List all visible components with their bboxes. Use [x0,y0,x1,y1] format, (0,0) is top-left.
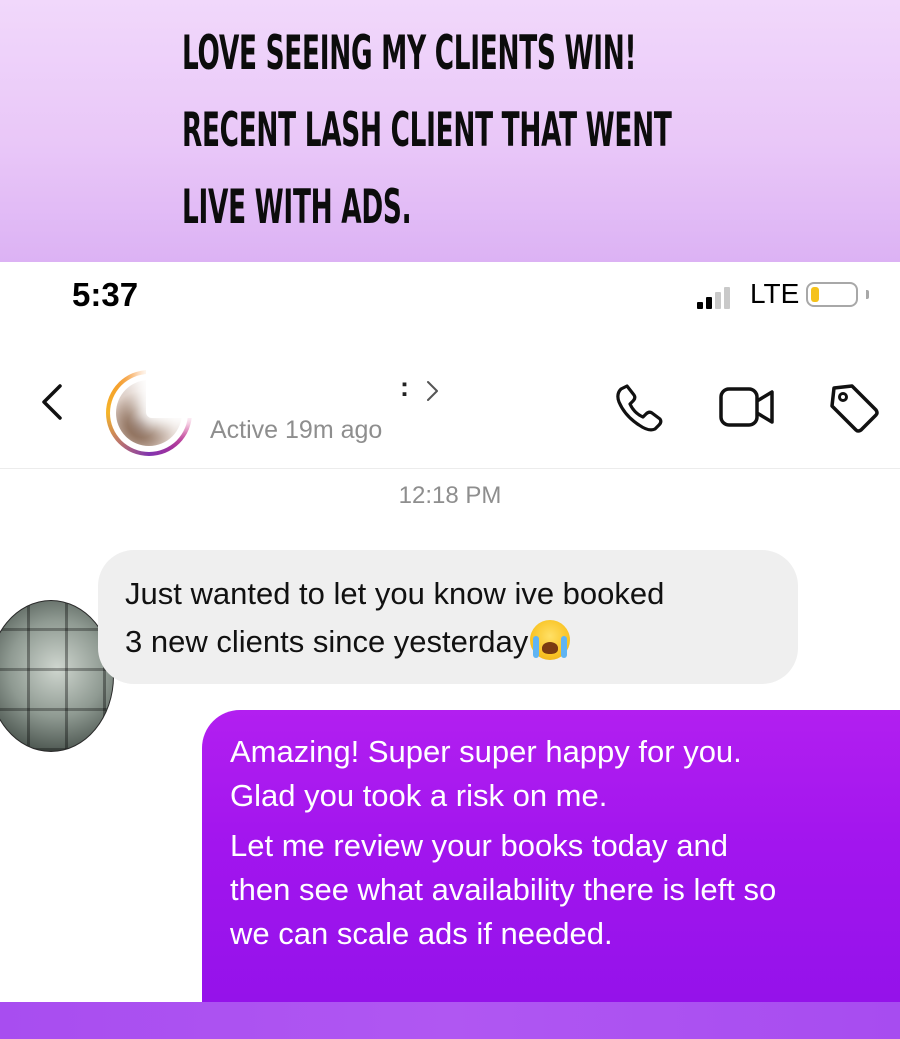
message-line: we can scale ads if needed. [230,916,613,951]
message-line-with-emoji: 3 new clients since yesterday [125,620,571,660]
battery-icon [806,282,858,307]
redacted-contact-name [146,354,404,418]
message-line: 3 new clients since yesterday [125,624,529,659]
tag-icon[interactable] [826,380,882,436]
battery-level [811,287,819,302]
sent-message-bubble[interactable]: Amazing! Super super happy for you. Glad… [202,710,900,1002]
status-time: 5:37 [72,276,139,313]
message-line: Just wanted to let you know ive booked [125,576,665,611]
message-line: Glad you took a risk on me. [230,778,608,813]
battery-tip [866,290,869,299]
loudly-crying-face-icon [530,620,571,660]
message-line: then see what availability there is left… [230,872,777,907]
promo-banner: LOVE SEEING MY CLIENTS WIN! RECENT LASH … [0,0,900,262]
received-message-bubble[interactable]: Just wanted to let you know ive booked 3… [98,550,798,684]
network-label: LTE [750,278,800,309]
message-line: Amazing! Super super happy for you. [230,734,742,769]
message-timestamp: 12:18 PM [398,482,502,509]
signal-strength-icon [697,287,737,309]
contact-name[interactable]: : [400,372,409,403]
phone-screenshot: 5:37 LTE : Active 19m ago 12:18 PM Just … [0,262,900,1002]
banner-line: RECENT LASH CLIENT THAT WENT [182,103,672,158]
active-status: Active 19m ago [210,416,383,444]
message-line: Let me review your books today and [230,828,728,863]
chevron-right-icon[interactable] [424,379,440,403]
sender-avatar[interactable] [0,600,114,752]
call-icon[interactable] [613,381,665,433]
banner-line: LIVE WITH ADS. [182,180,412,235]
footer-bar [0,1002,900,1039]
banner-line: LOVE SEEING MY CLIENTS WIN! [182,26,637,81]
video-icon[interactable] [718,386,778,428]
back-icon[interactable] [38,382,68,422]
header-divider [0,468,900,469]
